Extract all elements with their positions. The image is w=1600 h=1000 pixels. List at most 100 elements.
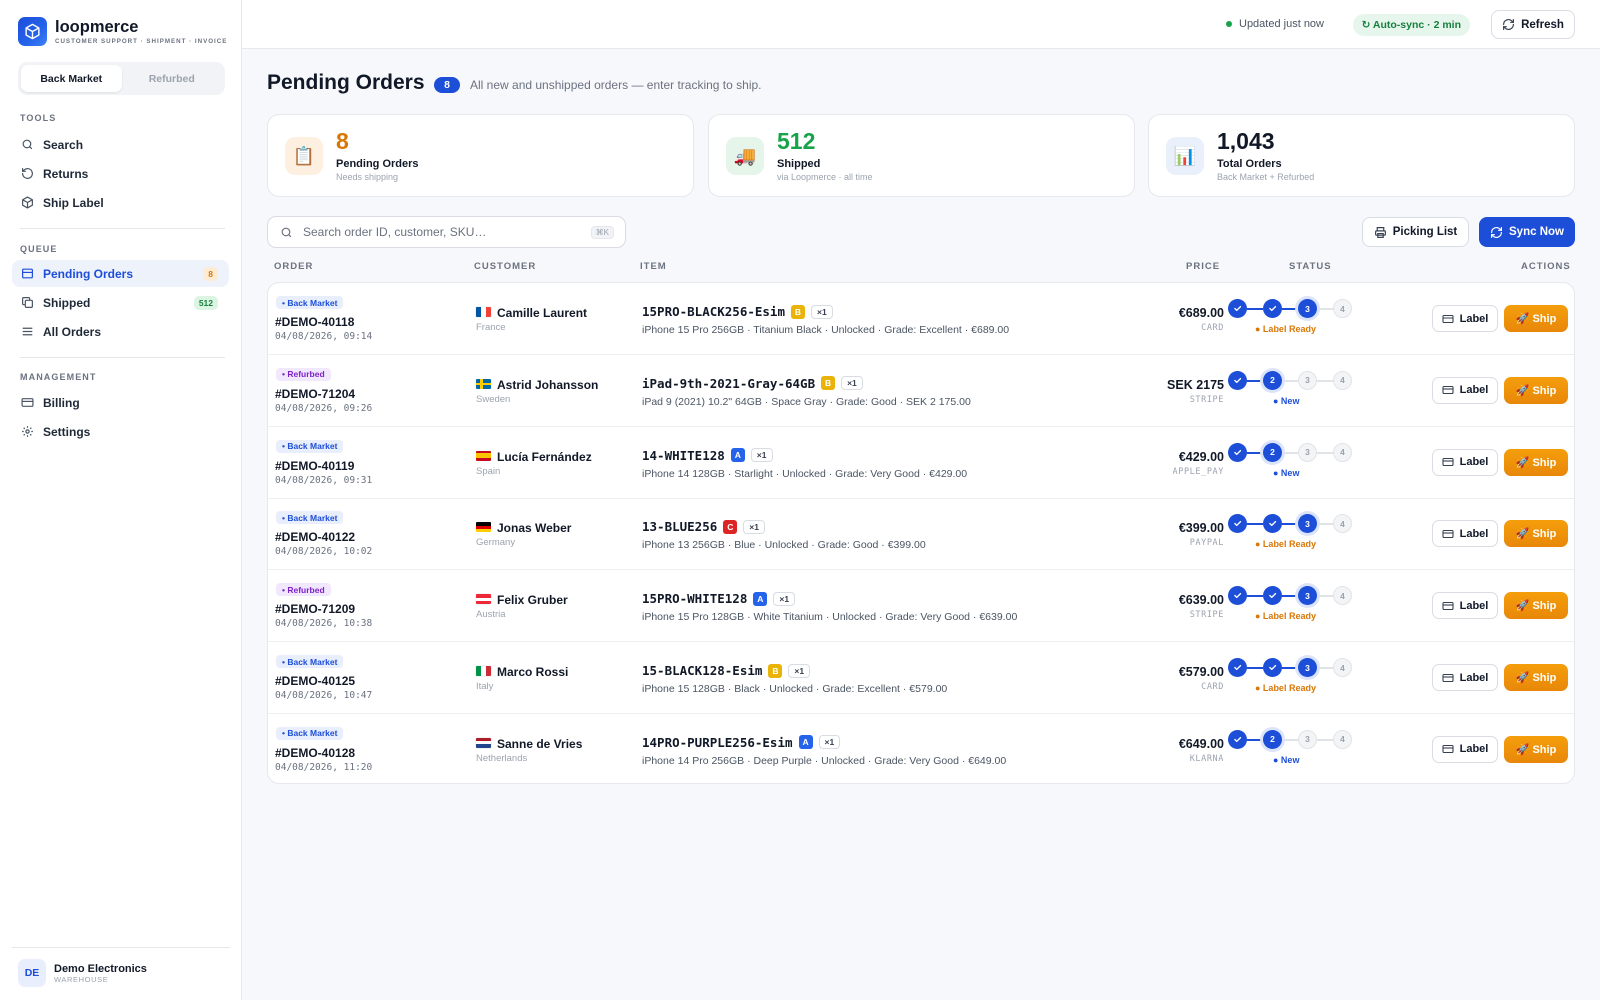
order-id[interactable]: #DEMO-40118 [275, 315, 354, 329]
ship-button[interactable]: 🚀 Ship [1504, 664, 1568, 691]
order-id[interactable]: #DEMO-71209 [275, 602, 355, 616]
sync-now-button[interactable]: Sync Now [1479, 217, 1575, 247]
ship-button[interactable]: 🚀 Ship [1504, 592, 1568, 620]
item-sku[interactable]: 15PRO-BLACK256-Esim [642, 304, 785, 319]
grade-badge: C [723, 519, 738, 534]
sidebar-item-settings[interactable]: Settings [12, 418, 229, 445]
stat-value: 512 [777, 128, 816, 154]
stepper-connector [1247, 523, 1263, 526]
order-price: €649.00 [1178, 736, 1224, 751]
table-row[interactable]: • Back Market #DEMO-40128 04/08/2026, 11:2… [268, 714, 1574, 783]
sidebar-item-billing[interactable]: Billing [12, 389, 229, 416]
customer-country: Austria [476, 609, 506, 621]
order-id[interactable]: #DEMO-40128 [275, 746, 355, 760]
table-row[interactable]: • Refurbed #DEMO-71204 04/08/2026, 09:26 As… [268, 355, 1574, 427]
item-sku[interactable]: iPad-9th-2021-Gray-64GB [642, 376, 815, 391]
sidebar-item-shipped[interactable]: Shipped 512 [12, 289, 229, 316]
status-step-4: 4 [1333, 729, 1352, 749]
status-step-3: 3 [1298, 442, 1317, 462]
label-button-text: Label [1459, 599, 1489, 612]
sidebar-item-all-orders[interactable]: All Orders [12, 318, 229, 345]
payment-method: KLARNA [1189, 753, 1224, 764]
order-id[interactable]: #DEMO-40119 [275, 459, 354, 473]
label-button[interactable]: Label [1432, 448, 1498, 476]
brand[interactable]: loopmerce CUSTOMER SUPPORT · SHIPMENT · … [18, 17, 227, 46]
order-id[interactable]: #DEMO-71204 [275, 387, 355, 401]
status-step-4: 4 [1333, 658, 1352, 677]
autosync-badge[interactable]: ↻ Auto-sync · 2 min [1352, 14, 1470, 36]
table-row[interactable]: • Back Market #DEMO-40119 04/08/2026, 09:3… [268, 427, 1574, 499]
queue-section-title: QUEUE [20, 244, 58, 254]
stat-card-pending[interactable]: 📋 8 Pending Orders Needs shipping [267, 114, 694, 197]
stepper-connector [1282, 379, 1298, 382]
stepper-connector [1317, 738, 1333, 741]
status-step-4: 4 [1333, 586, 1352, 606]
search-input[interactable] [303, 225, 583, 239]
order-date: 04/08/2026, 09:31 [275, 474, 373, 486]
item-sku[interactable]: 15-BLACK128-Esim [642, 663, 762, 678]
status-badge: ● New [1273, 467, 1300, 478]
sidebar-item-label: Pending Orders [43, 266, 134, 281]
column-header-item[interactable]: ITEM [640, 261, 667, 272]
divider [20, 357, 225, 358]
stepper-connector [1247, 451, 1263, 454]
table-row[interactable]: • Back Market #DEMO-40122 04/08/2026, 10:0… [268, 498, 1574, 571]
refresh-icon [1503, 19, 1515, 30]
update-status-text: Updated just now [1239, 18, 1324, 30]
quantity-badge: ×1 [841, 376, 863, 391]
column-header-customer[interactable]: CUSTOMER [474, 261, 536, 272]
item-sku-line: 15-BLACK128-Esim B ×1 [642, 663, 811, 678]
order-price: €639.00 [1178, 593, 1224, 608]
table-row[interactable]: • Back Market #DEMO-40118 04/08/2026, 09:1… [268, 283, 1574, 355]
column-header-price[interactable]: PRICE [1186, 261, 1220, 272]
ship-button[interactable]: 🚀 Ship [1504, 448, 1568, 476]
label-button[interactable]: Label [1432, 305, 1498, 332]
sidebar-item-label: Search [43, 137, 84, 152]
column-header-order[interactable]: ORDER [274, 261, 313, 272]
picking-list-button[interactable]: Picking List [1362, 217, 1469, 247]
label-button[interactable]: Label [1432, 735, 1498, 763]
label-button-text: Label [1459, 456, 1489, 469]
status-stepper: 234 [1228, 442, 1353, 463]
order-id[interactable]: #DEMO-40122 [275, 530, 355, 544]
divider [12, 947, 230, 948]
stat-card-total[interactable]: 📊 1,043 Total Orders Back Market + Refur… [1148, 114, 1575, 197]
organization-switcher[interactable]: DE Demo Electronics WAREHOUSE [18, 959, 147, 987]
status-step-1 [1228, 514, 1247, 534]
stat-sublabel: Needs shipping [336, 172, 399, 182]
ship-button[interactable]: 🚀 Ship [1504, 305, 1568, 332]
ship-button[interactable]: 🚀 Ship [1504, 376, 1568, 404]
sidebar-item-pending-orders[interactable]: Pending Orders 8 [12, 260, 229, 287]
item-sku[interactable]: 14-WHITE128 [642, 448, 725, 463]
status-badge: ● Label Ready [1255, 611, 1316, 622]
stepper-connector [1282, 451, 1298, 454]
marketplace-switcher: Back Market Refurbed [18, 62, 225, 95]
refresh-button[interactable]: Refresh [1491, 10, 1575, 39]
item-sku[interactable]: 15PRO-WHITE128 [642, 591, 747, 606]
stat-card-shipped[interactable]: 🚚 512 Shipped via Loopmerce · all time [708, 114, 1135, 197]
payment-method: PAYPAL [1189, 538, 1224, 549]
table-row[interactable]: • Back Market #DEMO-40125 04/08/2026, 10:4… [268, 642, 1574, 714]
ship-button[interactable]: 🚀 Ship [1504, 520, 1568, 548]
status-step-4: 4 [1333, 514, 1352, 534]
label-button[interactable]: Label [1432, 520, 1498, 548]
item-description: iPhone 13 256GB · Blue · Unlocked · Grad… [642, 539, 926, 552]
picking-list-label: Picking List [1392, 226, 1458, 238]
label-button[interactable]: Label [1432, 376, 1498, 404]
sidebar-item-ship-label[interactable]: Ship Label [12, 189, 229, 216]
credit-card-icon [1442, 673, 1454, 682]
table-row[interactable]: • Refurbed #DEMO-71209 04/08/2026, 10:38 Fe… [268, 570, 1574, 643]
status-stepper: 34 [1228, 299, 1353, 319]
marketplace-tab-refurbed[interactable]: Refurbed [122, 65, 223, 92]
column-header-status[interactable]: STATUS [1289, 261, 1332, 272]
sidebar-item-search[interactable]: Search [12, 131, 229, 158]
sidebar-item-returns[interactable]: Returns [12, 160, 229, 187]
item-sku-line: 14PRO-PURPLE256-Esim A ×1 [642, 735, 841, 750]
ship-button[interactable]: 🚀 Ship [1504, 735, 1568, 763]
label-button[interactable]: Label [1432, 664, 1498, 691]
item-sku[interactable]: 14PRO-PURPLE256-Esim [642, 735, 793, 750]
label-button[interactable]: Label [1432, 592, 1498, 620]
order-id[interactable]: #DEMO-40125 [275, 674, 355, 688]
item-sku[interactable]: 13-BLUE256 [642, 519, 717, 534]
marketplace-tab-back-market[interactable]: Back Market [21, 65, 122, 92]
